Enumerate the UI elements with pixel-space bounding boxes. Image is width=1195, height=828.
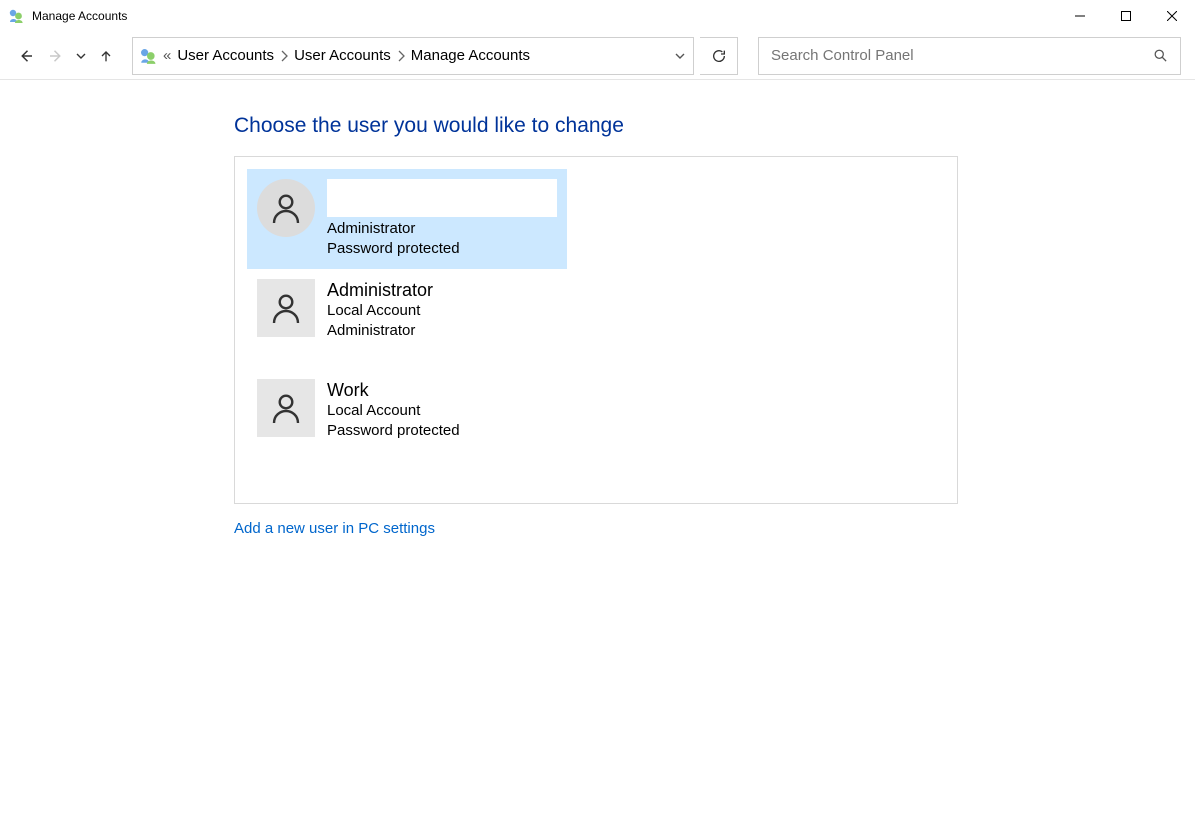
add-user-link[interactable]: Add a new user in PC settings <box>234 520 435 537</box>
refresh-button[interactable] <box>700 37 738 75</box>
account-name: Administrator <box>327 279 557 301</box>
chevron-right-icon <box>280 50 288 62</box>
toolbar: « User Accounts User Accounts Manage Acc… <box>0 32 1195 80</box>
titlebar: Manage Accounts <box>0 0 1195 32</box>
avatar <box>257 379 315 437</box>
account-info: Administrator Local Account Administrato… <box>327 279 557 359</box>
address-bar[interactable]: « User Accounts User Accounts Manage Acc… <box>132 37 694 75</box>
breadcrumb-item[interactable]: Manage Accounts <box>411 47 530 64</box>
account-info: Work Local Account Password protected <box>327 379 557 459</box>
account-role: Administrator <box>327 321 557 341</box>
minimize-button[interactable] <box>1057 0 1103 32</box>
recent-locations-button[interactable] <box>74 49 88 63</box>
breadcrumb-overflow[interactable]: « <box>163 47 171 64</box>
up-button[interactable] <box>94 44 118 68</box>
back-button[interactable] <box>14 44 38 68</box>
search-icon[interactable] <box>1150 48 1170 63</box>
avatar <box>257 179 315 237</box>
avatar <box>257 279 315 337</box>
page-heading: Choose the user you would like to change <box>234 114 1195 138</box>
window-controls <box>1057 0 1195 32</box>
maximize-button[interactable] <box>1103 0 1149 32</box>
address-bar-icon <box>133 47 163 65</box>
account-type: Local Account <box>327 301 557 321</box>
account-name: Work <box>327 379 557 401</box>
content-area: Choose the user you would like to change… <box>0 80 1195 538</box>
account-status: Password protected <box>327 239 557 259</box>
account-card[interactable]: Work Local Account Password protected <box>247 369 567 469</box>
account-type: Local Account <box>327 401 557 421</box>
accounts-list: Administrator Password protected Adminis… <box>234 156 958 504</box>
titlebar-left: Manage Accounts <box>8 8 127 24</box>
account-name <box>327 179 557 217</box>
address-dropdown-button[interactable] <box>665 50 693 62</box>
account-card[interactable]: Administrator Local Account Administrato… <box>247 269 567 369</box>
breadcrumb: « User Accounts User Accounts Manage Acc… <box>163 47 530 64</box>
account-status: Password protected <box>327 421 557 441</box>
user-accounts-icon <box>8 8 24 24</box>
account-info: Administrator Password protected <box>327 179 557 259</box>
account-role: Administrator <box>327 219 557 239</box>
search-box[interactable] <box>758 37 1181 75</box>
account-card[interactable]: Administrator Password protected <box>247 169 567 269</box>
close-button[interactable] <box>1149 0 1195 32</box>
breadcrumb-item[interactable]: User Accounts <box>294 47 391 64</box>
chevron-right-icon <box>397 50 405 62</box>
forward-button[interactable] <box>44 44 68 68</box>
breadcrumb-item[interactable]: User Accounts <box>177 47 274 64</box>
search-input[interactable] <box>769 46 1150 65</box>
window-title: Manage Accounts <box>32 9 127 23</box>
